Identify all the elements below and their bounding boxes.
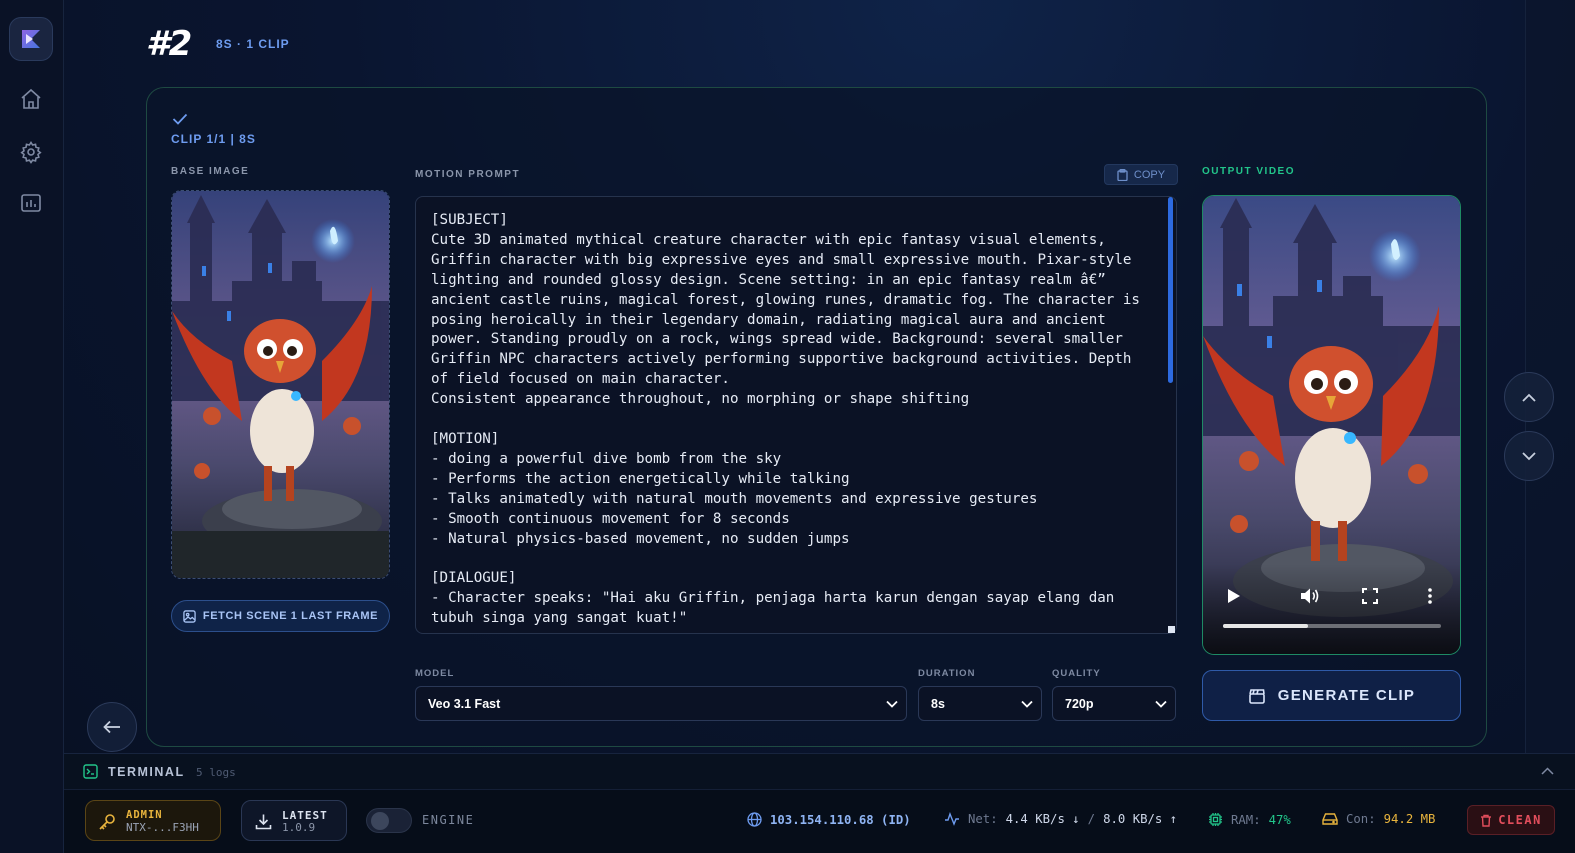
home-nav-button[interactable]	[18, 86, 44, 112]
video-controls	[1203, 564, 1460, 654]
quality-label: QUALITY	[1052, 668, 1101, 679]
admin-id: NTX-...F3HH	[126, 821, 199, 834]
scroll-up-button[interactable]	[1504, 372, 1554, 422]
more-options-button[interactable]	[1419, 585, 1441, 607]
video-progress-bar[interactable]	[1223, 624, 1441, 628]
terminal-title: TERMINAL	[108, 765, 185, 779]
key-icon	[99, 814, 115, 830]
kebab-menu-icon	[1428, 588, 1432, 604]
motion-prompt-textarea[interactable]: [SUBJECT] Cute 3D animated mythical crea…	[415, 196, 1177, 634]
net-up: 8.0 KB/s ↑	[1103, 812, 1178, 826]
globe-icon	[747, 812, 762, 827]
motion-prompt-label: MOTION PROMPT	[415, 169, 521, 180]
home-icon	[21, 88, 41, 109]
fetch-label: FETCH SCENE 1 LAST FRAME	[202, 610, 379, 622]
scene-subtitle: 8S · 1 CLIP	[216, 37, 290, 51]
clip-label: CLIP 1/1 | 8S	[171, 132, 256, 146]
con-stat: Con: 94.2 MB	[1322, 812, 1435, 826]
network-stat: Net: 4.4 KB/s ↓ / 8.0 KB/s ↑	[944, 812, 1177, 826]
model-value: Veo 3.1 Fast	[428, 696, 501, 711]
activity-icon	[945, 812, 959, 826]
engine-label: ENGINE	[422, 813, 475, 827]
back-button[interactable]	[87, 702, 137, 752]
image-icon	[183, 609, 196, 623]
duration-select[interactable]: 8s	[918, 686, 1042, 721]
projects-nav-button[interactable]	[18, 190, 44, 216]
toggle-knob	[371, 812, 389, 830]
scene-number: #2	[146, 24, 192, 64]
ip-stat: 103.154.110.68 (ID)	[747, 812, 911, 827]
chevron-up-icon	[1522, 393, 1536, 402]
app-logo[interactable]	[9, 17, 53, 61]
admin-key-chip[interactable]: ADMIN NTX-...F3HH	[85, 800, 221, 841]
chevron-down-icon	[1522, 451, 1536, 460]
ram-label: RAM:	[1231, 812, 1261, 827]
copy-button[interactable]: COPY	[1104, 164, 1178, 185]
textarea-resize-handle[interactable]	[1168, 626, 1175, 633]
generate-label: GENERATE CLIP	[1277, 687, 1416, 704]
net-separator: /	[1087, 812, 1096, 826]
output-video-label: OUTPUT VIDEO	[1202, 166, 1296, 177]
quality-value: 720p	[1065, 696, 1094, 711]
cpu-icon	[1209, 813, 1222, 826]
base-image	[171, 190, 390, 579]
play-icon	[1228, 589, 1240, 603]
video-progress-fill	[1223, 624, 1309, 628]
volume-button[interactable]	[1299, 585, 1321, 607]
output-video-player[interactable]	[1202, 195, 1461, 655]
version-number: 1.0.9	[282, 821, 316, 834]
terminal-icon	[83, 764, 98, 779]
net-down: 4.4 KB/s ↓	[1005, 812, 1080, 826]
chevron-down-icon	[1155, 700, 1167, 708]
griffin-image	[172, 191, 389, 578]
settings-nav-button[interactable]	[18, 139, 44, 165]
quality-select[interactable]: 720p	[1052, 686, 1176, 721]
download-icon	[255, 814, 272, 830]
ram-value: 47%	[1268, 812, 1291, 827]
gear-icon	[20, 141, 42, 164]
net-label: Net:	[968, 812, 998, 826]
ram-stat: RAM: 47%	[1208, 812, 1291, 827]
fetch-last-frame-button[interactable]: FETCH SCENE 1 LAST FRAME	[171, 600, 390, 632]
con-label: Con:	[1346, 812, 1376, 826]
sidebar	[0, 0, 64, 853]
terminal-expand-icon[interactable]	[1541, 767, 1554, 775]
scroll-down-button[interactable]	[1504, 431, 1554, 481]
duration-value: 8s	[931, 696, 945, 711]
ip-address: 103.154.110.68 (ID)	[770, 812, 911, 827]
storage-icon	[1322, 813, 1338, 825]
arrow-left-icon	[103, 720, 120, 734]
chevron-down-icon	[1021, 700, 1033, 708]
play-button[interactable]	[1223, 585, 1245, 607]
clean-button[interactable]: CLEAN	[1467, 805, 1555, 835]
fullscreen-icon	[1362, 588, 1378, 604]
version-chip[interactable]: LATEST 1.0.9	[241, 800, 347, 841]
model-label: MODEL	[415, 668, 455, 679]
admin-role: ADMIN	[126, 809, 163, 821]
check-icon	[172, 113, 188, 125]
duration-label: DURATION	[918, 668, 976, 679]
volume-icon	[1301, 588, 1319, 604]
clapperboard-icon	[1248, 688, 1265, 704]
chevron-down-icon	[886, 700, 898, 708]
terminal-bar[interactable]	[64, 753, 1575, 789]
clean-label: CLEAN	[1498, 813, 1542, 827]
con-value: 94.2 MB	[1383, 812, 1436, 826]
trash-icon	[1481, 814, 1492, 827]
terminal-log-count: 5 logs	[196, 766, 236, 779]
fullscreen-button[interactable]	[1359, 585, 1381, 607]
model-select[interactable]: Veo 3.1 Fast	[415, 686, 907, 721]
copy-label: COPY	[1133, 168, 1166, 181]
folder-chart-icon	[21, 194, 41, 212]
base-image-label: BASE IMAGE	[171, 166, 250, 177]
clipboard-icon	[1117, 168, 1128, 181]
prompt-scrollbar[interactable]	[1168, 197, 1173, 383]
generate-clip-button[interactable]: GENERATE CLIP	[1202, 670, 1461, 721]
logo-icon	[22, 30, 40, 48]
engine-toggle[interactable]	[366, 808, 412, 833]
